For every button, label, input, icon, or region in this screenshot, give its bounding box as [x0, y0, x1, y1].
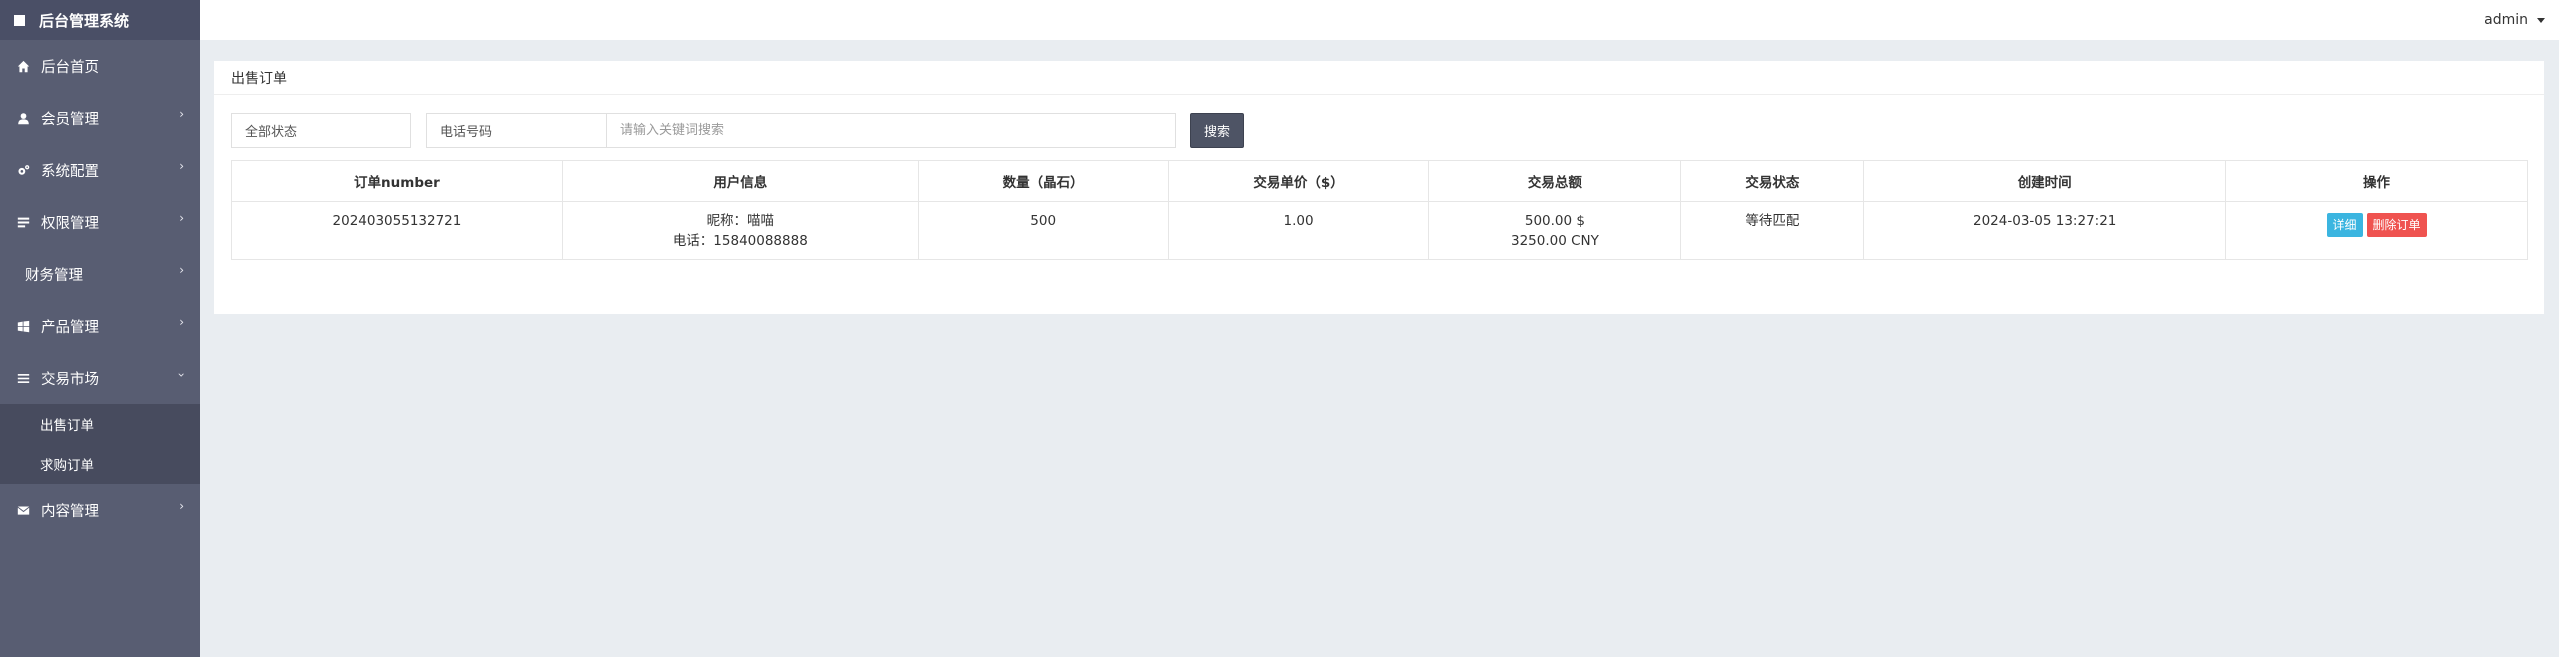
sidebar: 后台管理系统 后台首页 会员管理 › 系统配置 › 权限管理 › 财务管理 ›	[0, 0, 200, 657]
brand: 后台管理系统	[0, 0, 200, 40]
orders-table: 订单number 用户信息 数量（晶石） 交易单价（$） 交易总额 交易状态 创…	[231, 160, 2528, 260]
sidebar-item-system-config[interactable]: 系统配置 ›	[0, 144, 200, 196]
detail-button[interactable]: 详细	[2326, 213, 2363, 237]
submenu-item-buy-orders[interactable]: 求购订单	[0, 444, 200, 484]
column-header-quantity: 数量（晶石）	[917, 160, 1169, 202]
status-text: 等待匹配	[1680, 201, 1865, 260]
chevron-right-icon: ›	[179, 315, 184, 329]
column-header-created: 创建时间	[1863, 160, 2227, 202]
orders-panel: 出售订单 全部状态 电话号码 搜索 订单number 用户信息 数量（晶石） 交…	[214, 61, 2544, 314]
created-time: 2024-03-05 13:27:21	[1863, 201, 2227, 260]
column-header-total: 交易总额	[1428, 160, 1682, 202]
column-header-order-no: 订单number	[231, 160, 563, 202]
sidebar-item-label: 后台首页	[41, 59, 99, 76]
status-select[interactable]: 全部状态	[231, 113, 411, 148]
sidebar-item-label: 交易市场	[41, 371, 99, 388]
home-icon	[16, 59, 30, 73]
total-cell: 500.00 $ 3250.00 CNY	[1428, 201, 1682, 260]
bars-icon	[16, 371, 30, 385]
panel-title: 出售订单	[214, 61, 2544, 95]
sidebar-item-label: 产品管理	[41, 319, 99, 336]
column-header-actions: 操作	[2225, 160, 2528, 202]
submenu-item-sell-orders[interactable]: 出售订单	[0, 404, 200, 444]
chevron-down-icon: ›	[174, 372, 189, 378]
delete-order-button[interactable]: 删除订单	[2366, 213, 2427, 237]
sidebar-item-label: 财务管理	[25, 267, 83, 284]
user-nickname: 昵称：喵喵	[706, 213, 775, 229]
field-select[interactable]: 电话号码	[426, 113, 606, 148]
sidebar-item-label: 权限管理	[41, 215, 99, 232]
total-usd: 500.00 $	[1524, 213, 1585, 229]
sidebar-item-content[interactable]: 内容管理 ›	[0, 484, 200, 536]
user-phone: 电话：15840088888	[672, 233, 808, 249]
topbar: admin	[200, 0, 2559, 40]
chevron-right-icon: ›	[179, 263, 184, 277]
windows-icon	[16, 319, 30, 333]
sidebar-item-label: 会员管理	[41, 111, 99, 128]
sidebar-item-members[interactable]: 会员管理 ›	[0, 92, 200, 144]
user-name: admin	[2484, 12, 2528, 28]
sidebar-item-label: 系统配置	[41, 163, 99, 180]
column-header-unit-price: 交易单价（$）	[1167, 160, 1430, 202]
cogs-icon	[16, 163, 30, 177]
sidebar-item-finance[interactable]: 财务管理 ›	[0, 248, 200, 300]
brand-title: 后台管理系统	[39, 11, 130, 30]
chevron-right-icon: ›	[179, 159, 184, 173]
brand-square-icon	[14, 14, 25, 26]
order-number: 202403055132721	[231, 201, 563, 260]
user-info-cell: 昵称：喵喵 电话：15840088888	[561, 201, 919, 260]
sidebar-item-label: 内容管理	[41, 503, 99, 520]
filter-bar: 全部状态 电话号码 搜索	[231, 113, 1244, 149]
sidebar-item-products[interactable]: 产品管理 ›	[0, 300, 200, 352]
search-button[interactable]: 搜索	[1190, 113, 1244, 148]
column-header-user-info: 用户信息	[561, 160, 919, 202]
user-icon	[16, 111, 30, 125]
unit-price: 1.00	[1167, 201, 1430, 260]
quantity: 500	[917, 201, 1169, 260]
chevron-right-icon: ›	[179, 499, 184, 513]
caret-down-icon	[2537, 17, 2545, 23]
list-icon	[16, 215, 30, 229]
column-header-status: 交易状态	[1680, 160, 1865, 202]
sidebar-item-permissions[interactable]: 权限管理 ›	[0, 196, 200, 248]
chevron-right-icon: ›	[179, 211, 184, 225]
table-header-row: 订单number 用户信息 数量（晶石） 交易单价（$） 交易总额 交易状态 创…	[231, 160, 2528, 202]
sidebar-item-home[interactable]: 后台首页	[0, 40, 200, 92]
chevron-right-icon: ›	[179, 107, 184, 121]
actions-cell: 详细 删除订单	[2225, 201, 2528, 260]
user-menu[interactable]: admin	[2484, 12, 2545, 28]
table-row: 202403055132721 昵称：喵喵 电话：15840088888 500…	[231, 201, 2528, 260]
keyword-input[interactable]	[606, 113, 1176, 148]
total-cny: 3250.00 CNY	[1510, 233, 1599, 249]
envelope-icon	[16, 503, 30, 517]
trading-market-submenu: 出售订单 求购订单	[0, 404, 200, 484]
sidebar-item-trading-market[interactable]: 交易市场 ›	[0, 352, 200, 404]
